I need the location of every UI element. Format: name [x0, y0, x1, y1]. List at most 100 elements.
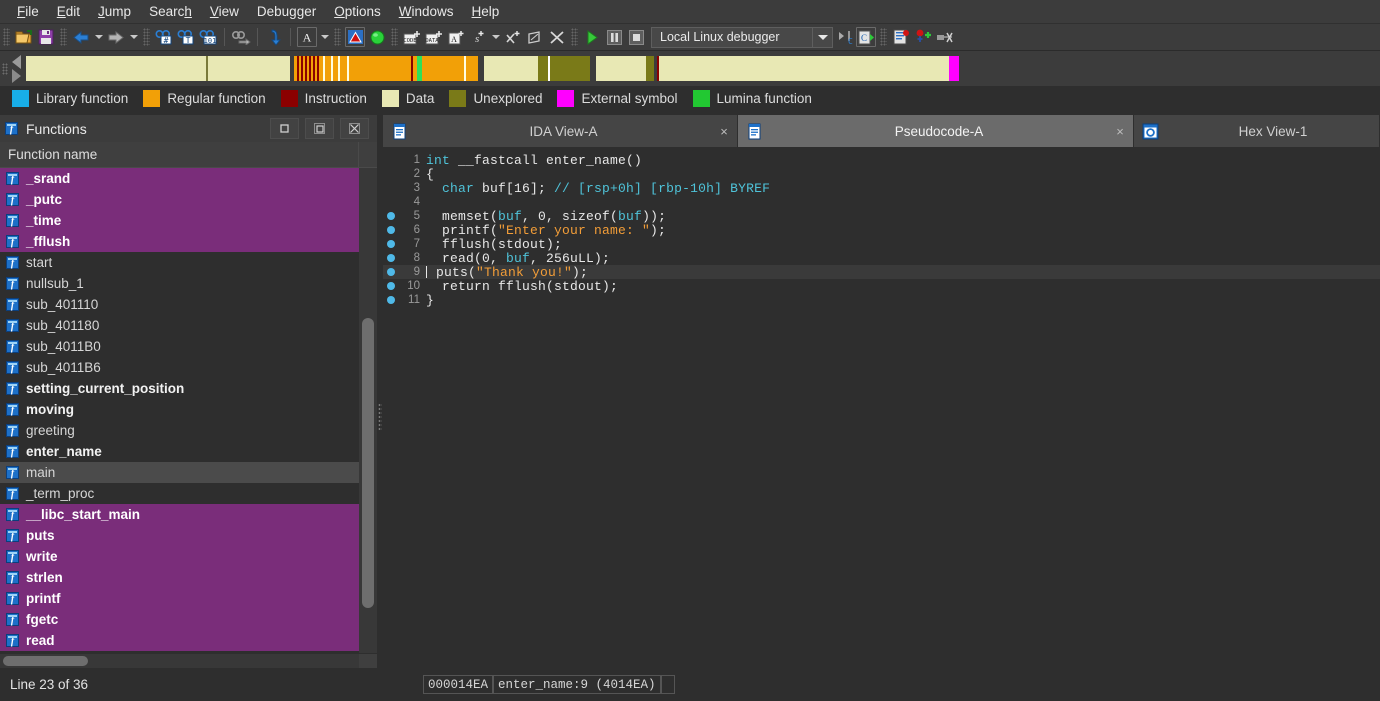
- pseudocode-view[interactable]: 1int __fastcall enter_name()2{3 char buf…: [383, 147, 1380, 668]
- code-line[interactable]: 1int __fastcall enter_name(): [383, 153, 1380, 167]
- function-list-item[interactable]: fenter_name: [0, 441, 359, 462]
- function-list-item[interactable]: fnullsub_1: [0, 273, 359, 294]
- step-into-icon[interactable]: C: [833, 26, 855, 48]
- chevron-down-icon[interactable]: [812, 28, 832, 47]
- navband-arrows[interactable]: [0, 51, 26, 86]
- function-list-item[interactable]: ffgetc: [0, 609, 359, 630]
- delete-icon[interactable]: [546, 26, 568, 48]
- toolbar-grip-7[interactable]: [880, 28, 887, 46]
- tab-pseudocode-a[interactable]: Pseudocode-A×: [738, 115, 1134, 147]
- pause-icon[interactable]: [603, 26, 625, 48]
- tab-hex-view-1[interactable]: Hex View-1: [1134, 115, 1380, 147]
- forward-arrow-icon[interactable]: [105, 26, 127, 48]
- jump-to-icon[interactable]: [230, 26, 252, 48]
- code-line[interactable]: 11}: [383, 293, 1380, 307]
- back-arrow-icon[interactable]: [70, 26, 92, 48]
- navband-left-arrow-icon[interactable]: [12, 55, 21, 69]
- function-list-item[interactable]: f_fflush: [0, 231, 359, 252]
- tab-close-icon[interactable]: ×: [711, 124, 737, 139]
- breakpoint-dot-icon[interactable]: [383, 254, 399, 262]
- make-string-dropdown[interactable]: [489, 26, 502, 48]
- tab-ida-view-a[interactable]: IDA View-A×: [383, 115, 738, 147]
- code-line[interactable]: 2{: [383, 167, 1380, 181]
- step-over-icon[interactable]: C: [855, 26, 877, 48]
- open-file-icon[interactable]: [13, 26, 35, 48]
- menu-item-windows[interactable]: Windows: [390, 1, 463, 23]
- function-list-item[interactable]: f_time: [0, 210, 359, 231]
- down-arrow-icon[interactable]: [263, 26, 285, 48]
- functions-scrollbar-thumb[interactable]: [362, 318, 374, 608]
- breakpoint-dot-icon[interactable]: [383, 268, 399, 276]
- toolbar-grip-1[interactable]: [3, 28, 10, 46]
- function-list-item[interactable]: fread: [0, 630, 359, 651]
- search-hash-icon[interactable]: #: [153, 26, 175, 48]
- function-list-item[interactable]: fmain: [0, 462, 359, 483]
- close-button[interactable]: [340, 118, 369, 139]
- function-list-item[interactable]: fstrlen: [0, 567, 359, 588]
- function-list-item[interactable]: fgreeting: [0, 420, 359, 441]
- debugger-selector[interactable]: Local Linux debugger: [651, 27, 833, 48]
- font-dropdown[interactable]: [318, 26, 331, 48]
- menu-item-search[interactable]: Search: [140, 1, 201, 23]
- menu-item-jump[interactable]: Jump: [89, 1, 140, 23]
- code-line[interactable]: 9 puts("Thank you!");: [383, 265, 1380, 279]
- toolbar-grip-4[interactable]: [334, 28, 341, 46]
- run-icon[interactable]: [581, 26, 603, 48]
- tab-close-icon[interactable]: ×: [1107, 124, 1133, 139]
- search-binary-icon[interactable]: 101: [197, 26, 219, 48]
- make-string-icon[interactable]: s: [467, 26, 489, 48]
- stop-icon[interactable]: [625, 26, 647, 48]
- code-line[interactable]: 6 printf("Enter your name: ");: [383, 223, 1380, 237]
- function-list-item[interactable]: fwrite: [0, 546, 359, 567]
- navband-strip[interactable]: [26, 56, 1374, 81]
- watch-view-icon[interactable]: [934, 26, 956, 48]
- toolbar-grip-5[interactable]: [391, 28, 398, 46]
- function-list-item[interactable]: fsub_4011B0: [0, 336, 359, 357]
- breakpoint-list-icon[interactable]: [890, 26, 912, 48]
- navigation-band[interactable]: [0, 51, 1380, 86]
- float-button[interactable]: [305, 118, 334, 139]
- menu-item-file[interactable]: File: [8, 1, 48, 23]
- toolbar-grip-6[interactable]: [571, 28, 578, 46]
- make-data-icon[interactable]: DATA: [423, 26, 445, 48]
- function-list-item[interactable]: fsetting_current_position: [0, 378, 359, 399]
- menu-item-view[interactable]: View: [201, 1, 248, 23]
- lumina-icon[interactable]: [366, 26, 388, 48]
- function-list-item[interactable]: fprintf: [0, 588, 359, 609]
- make-code-icon[interactable]: CODE: [401, 26, 423, 48]
- restore-button[interactable]: [270, 118, 299, 139]
- navband-right-arrow-icon[interactable]: [12, 69, 21, 83]
- code-line[interactable]: 10 return fflush(stdout);: [383, 279, 1380, 293]
- menu-item-help[interactable]: Help: [463, 1, 509, 23]
- menu-item-edit[interactable]: Edit: [48, 1, 89, 23]
- add-breakpoint-icon[interactable]: [912, 26, 934, 48]
- toolbar-grip-3[interactable]: [143, 28, 150, 46]
- functions-list-scrollbar[interactable]: [359, 168, 377, 653]
- menu-item-debugger[interactable]: Debugger: [248, 1, 325, 23]
- function-list-item[interactable]: f_putc: [0, 189, 359, 210]
- function-list-item[interactable]: fsub_401110: [0, 294, 359, 315]
- breakpoint-dot-icon[interactable]: [383, 282, 399, 290]
- function-list-item[interactable]: fsub_401180: [0, 315, 359, 336]
- breakpoint-dot-icon[interactable]: [383, 296, 399, 304]
- code-line[interactable]: 4: [383, 195, 1380, 209]
- make-struct-icon[interactable]: A: [445, 26, 467, 48]
- code-line[interactable]: 5 memset(buf, 0, sizeof(buf));: [383, 209, 1380, 223]
- function-list-item[interactable]: f_srand: [0, 168, 359, 189]
- function-name-column-header[interactable]: Function name: [0, 142, 377, 168]
- edit-function-icon[interactable]: [524, 26, 546, 48]
- code-line[interactable]: 7 fflush(stdout);: [383, 237, 1380, 251]
- navband-grip[interactable]: [2, 63, 8, 75]
- forward-history-dropdown[interactable]: [127, 26, 140, 48]
- back-history-dropdown[interactable]: [92, 26, 105, 48]
- breakpoint-dot-icon[interactable]: [383, 226, 399, 234]
- functions-horizontal-scrollbar[interactable]: [0, 653, 377, 668]
- menu-item-options[interactable]: Options: [325, 1, 390, 23]
- search-text-icon[interactable]: T: [175, 26, 197, 48]
- code-line[interactable]: 3 char buf[16]; // [rsp+0h] [rbp-10h] BY…: [383, 181, 1380, 195]
- function-list-item[interactable]: fsub_4011B6: [0, 357, 359, 378]
- code-line[interactable]: 8 read(0, buf, 256uLL);: [383, 251, 1380, 265]
- font-A-icon[interactable]: A: [296, 26, 318, 48]
- function-list-item[interactable]: f__libc_start_main: [0, 504, 359, 525]
- functions-hscrollbar-thumb[interactable]: [3, 656, 88, 666]
